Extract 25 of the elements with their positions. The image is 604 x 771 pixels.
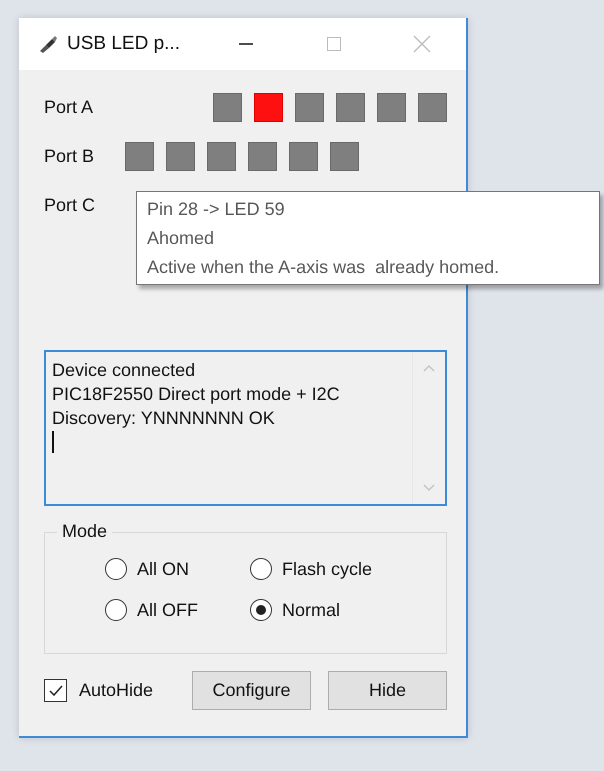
autohide-checkbox[interactable]: AutoHide bbox=[44, 679, 192, 702]
log-line: Device connected bbox=[52, 359, 196, 382]
close-icon bbox=[413, 35, 431, 53]
window-title: USB LED p... bbox=[67, 33, 180, 55]
minimize-icon bbox=[238, 43, 254, 45]
log-text-area[interactable]: Device connected PIC18F2550 Direct port mode + I2C Discovery: YNNNNNNN OK bbox=[44, 350, 447, 506]
mode-radio-button[interactable]: All OFF bbox=[105, 599, 250, 621]
scroll-up-icon[interactable] bbox=[423, 364, 435, 372]
check-icon bbox=[48, 682, 64, 698]
tooltip-line: Ahomed bbox=[147, 227, 216, 250]
mode-radio-button[interactable]: All ON bbox=[105, 558, 250, 580]
text-caret bbox=[52, 431, 54, 453]
mode-radio-button[interactable]: Normal bbox=[250, 599, 410, 621]
port-label: Port C bbox=[44, 194, 96, 216]
port-label: Port B bbox=[44, 146, 96, 166]
mode-radio-button[interactable]: Flash cycle bbox=[250, 558, 410, 580]
log-line: PIC18F2550 Direct port mode + I2C bbox=[52, 383, 341, 406]
dialog-button[interactable]: Hide bbox=[328, 671, 447, 710]
log-line: Discovery: YNNNNNNN OK bbox=[52, 407, 276, 430]
port-label: Port A bbox=[44, 96, 94, 118]
tooltip-line: Pin 28 -> LED 59 bbox=[147, 198, 286, 221]
scroll-down-icon[interactable] bbox=[423, 484, 435, 492]
dialog-button[interactable]: Configure bbox=[192, 671, 311, 710]
maximize-icon bbox=[326, 36, 342, 52]
tooltip-line: Active when the A-axis was already homed. bbox=[147, 256, 500, 279]
